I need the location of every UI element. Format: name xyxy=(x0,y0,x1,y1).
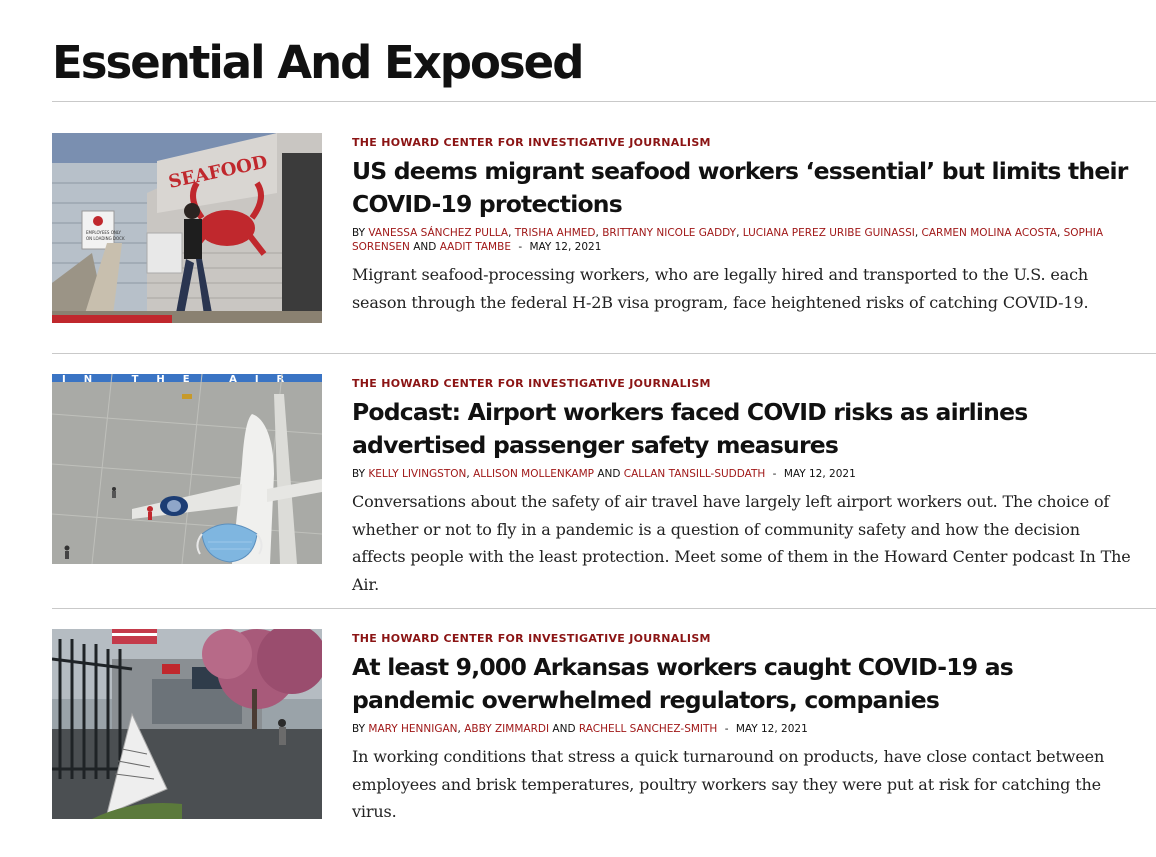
page: Essential And Exposed SEAFOOD EMPLOYEES … xyxy=(52,0,1156,857)
airport-photo: IN THE AIR xyxy=(52,374,322,564)
article-date: May 12, 2021 xyxy=(783,468,856,480)
article-date: May 12, 2021 xyxy=(529,241,602,253)
article-card: IN THE AIR THE HOWARD CENTER FOR INVESTI… xyxy=(52,374,1156,608)
article-excerpt: Migrant seafood-processing workers, who … xyxy=(352,265,1089,312)
divider xyxy=(52,353,1156,354)
author-link[interactable]: Abby Zimmardi xyxy=(464,723,549,735)
author-link[interactable]: Aadit Tambe xyxy=(440,241,511,253)
author-link[interactable]: Carmen Molina Acosta xyxy=(922,227,1057,239)
article-thumbnail-airport[interactable]: IN THE AIR xyxy=(52,374,322,564)
article-byline: BY Mary Hennigan, Abby Zimmardi AND Rach… xyxy=(352,723,808,735)
article-card: The Howard Center for Investigative Jour… xyxy=(52,629,1156,857)
poultry-plant-photo xyxy=(52,629,322,819)
image-notice-text-2: ON LOADING DOCK xyxy=(86,236,125,241)
seafood-photo: SEAFOOD EMPLOYEES ONLY ON LOADING DOCK xyxy=(52,133,322,323)
article-headline[interactable]: At least 9,000 Arkansas workers caught C… xyxy=(352,651,1132,717)
article-kicker[interactable]: The Howard Center for Investigative Jour… xyxy=(352,136,711,149)
article-headline[interactable]: US deems migrant seafood workers ‘essent… xyxy=(352,155,1132,221)
article-thumbnail-seafood[interactable]: SEAFOOD EMPLOYEES ONLY ON LOADING DOCK xyxy=(52,133,322,323)
author-link[interactable]: Callan Tansill-Suddath xyxy=(624,468,766,480)
byline-conjunction: AND xyxy=(552,723,576,735)
author-link[interactable]: Allison Mollenkamp xyxy=(473,468,594,480)
page-title: Essential And Exposed xyxy=(52,36,584,89)
byline-separator: - xyxy=(724,723,729,735)
author-link[interactable]: Brittany Nicole Gaddy xyxy=(602,227,736,239)
byline-separator: - xyxy=(772,468,777,480)
author-link[interactable]: Trisha Ahmed xyxy=(515,227,596,239)
article-content: The Howard Center for Investigative Jour… xyxy=(352,133,1132,353)
author-link[interactable]: Kelly Livingston xyxy=(368,468,466,480)
author-link[interactable]: Vanessa Sánchez Pulla xyxy=(368,227,508,239)
article-kicker[interactable]: The Howard Center for Investigative Jour… xyxy=(352,632,711,645)
author-link[interactable]: Luciana Perez Uribe Guinassi xyxy=(743,227,915,239)
article-card: SEAFOOD EMPLOYEES ONLY ON LOADING DOCK T… xyxy=(52,133,1156,353)
divider xyxy=(52,608,1156,609)
author-link[interactable]: Mary Hennigan xyxy=(368,723,457,735)
article-byline: BY Kelly Livingston, Allison Mollenkamp … xyxy=(352,468,856,480)
article-content: The Howard Center for Investigative Jour… xyxy=(352,374,1132,608)
article-date: May 12, 2021 xyxy=(735,723,808,735)
byline-prefix: BY xyxy=(352,468,366,480)
byline-prefix: BY xyxy=(352,227,366,239)
article-excerpt: Conversations about the safety of air tr… xyxy=(352,492,1131,594)
image-notice-text: EMPLOYEES ONLY xyxy=(86,230,122,235)
divider xyxy=(52,101,1156,102)
article-kicker[interactable]: The Howard Center for Investigative Jour… xyxy=(352,377,711,390)
byline-separator: - xyxy=(518,241,523,253)
byline-conjunction: AND xyxy=(597,468,621,480)
article-headline[interactable]: Podcast: Airport workers faced COVID ris… xyxy=(352,396,1132,462)
author-link[interactable]: Rachell Sanchez-Smith xyxy=(579,723,717,735)
article-excerpt: In working conditions that stress a quic… xyxy=(352,747,1105,821)
byline-conjunction: AND xyxy=(413,241,437,253)
byline-prefix: BY xyxy=(352,723,366,735)
article-thumbnail-poultry[interactable] xyxy=(52,629,322,819)
article-byline: BY Vanessa Sánchez Pulla, Trisha Ahmed, … xyxy=(352,227,1104,253)
image-banner-text: IN THE AIR xyxy=(62,374,302,385)
article-content: The Howard Center for Investigative Jour… xyxy=(352,629,1132,857)
